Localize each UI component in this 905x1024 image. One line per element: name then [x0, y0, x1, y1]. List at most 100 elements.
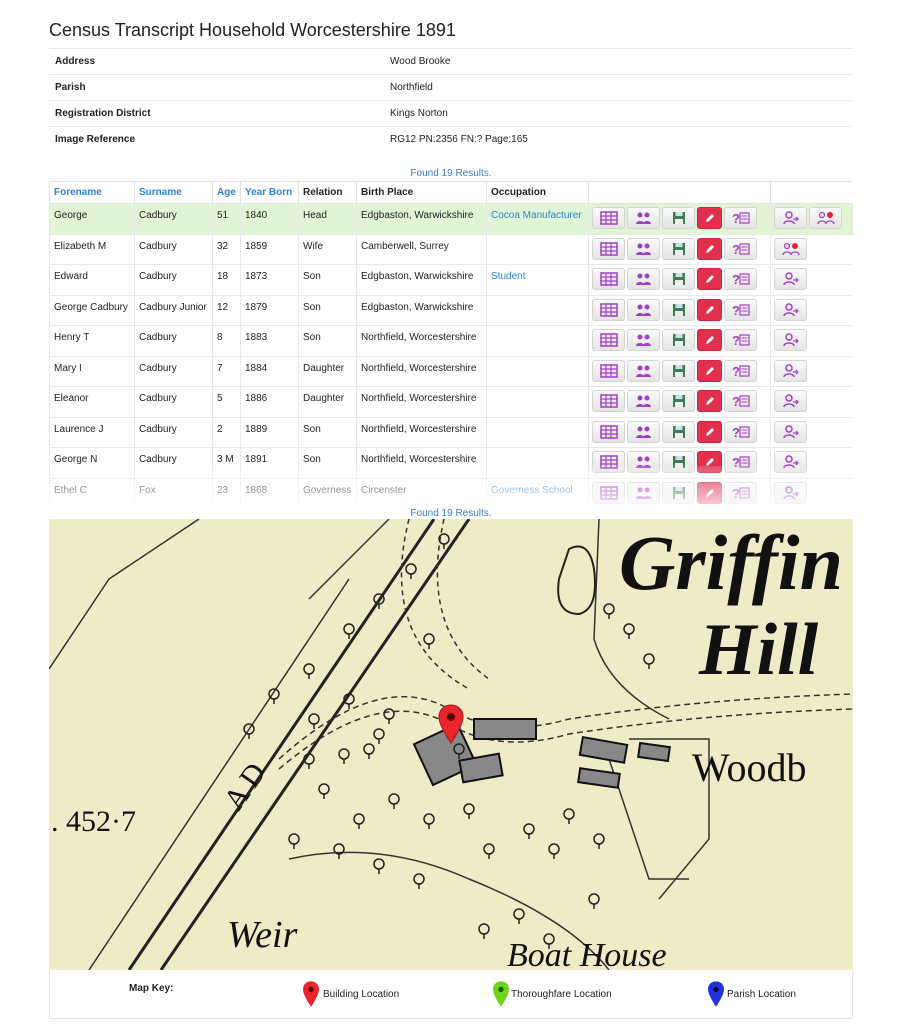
cell-surname: Cadbury — [134, 355, 213, 387]
query-button[interactable]: ? — [724, 359, 757, 382]
save-button[interactable] — [662, 237, 695, 260]
cell-age: 2 — [212, 416, 241, 448]
edit-button[interactable] — [697, 298, 722, 321]
census-grid-button[interactable] — [592, 207, 625, 229]
cell-relation: Son — [298, 325, 357, 357]
family-button[interactable] — [627, 329, 660, 351]
family-button[interactable] — [627, 268, 660, 290]
person-link-button[interactable] — [774, 390, 807, 412]
edit-button[interactable] — [697, 207, 722, 229]
query-button[interactable]: ? — [724, 420, 757, 443]
info-label: Registration District — [49, 100, 390, 127]
cell-year-born: 1883 — [240, 325, 299, 357]
relatives-button[interactable] — [774, 237, 807, 260]
map-label-boathouse: Boat House — [507, 937, 667, 970]
query-button[interactable]: ? — [724, 329, 757, 351]
cell-age: 51 — [212, 203, 241, 235]
relatives-button[interactable] — [809, 207, 842, 229]
column-header-forename[interactable]: Forename — [49, 181, 135, 204]
family-button[interactable] — [627, 237, 660, 260]
row-links — [770, 416, 853, 448]
parish-pin-icon — [708, 981, 724, 1007]
edit-button[interactable] — [697, 237, 722, 260]
edit-button[interactable] — [697, 359, 722, 382]
query-button[interactable]: ? — [724, 390, 757, 412]
save-button[interactable] — [662, 329, 695, 351]
results-panel[interactable]: Forename Surname Age Year Born Relation Birth… — [49, 181, 853, 517]
cell-occupation[interactable]: Student — [486, 264, 589, 296]
row-links — [770, 233, 853, 265]
page-title: Census Transcript Household Worcestershi… — [49, 20, 456, 40]
edit-button[interactable] — [697, 268, 722, 290]
column-header-year-born[interactable]: Year Born — [240, 181, 299, 204]
family-button[interactable] — [627, 390, 660, 412]
family-button[interactable] — [627, 298, 660, 321]
census-grid-button[interactable] — [592, 420, 625, 443]
table-row[interactable]: George Cadbury Cadbury Junior 12 1879 Son Edg… — [49, 294, 853, 326]
cell-occupation — [486, 233, 589, 265]
census-grid-button[interactable] — [592, 237, 625, 260]
person-link-button[interactable] — [774, 268, 807, 290]
query-button[interactable]: ? — [724, 298, 757, 321]
save-button[interactable] — [662, 359, 695, 382]
query-button[interactable]: ? — [724, 268, 757, 290]
cell-surname: Cadbury — [134, 416, 213, 448]
cell-age: 5 — [212, 386, 241, 418]
family-button[interactable] — [627, 207, 660, 229]
family-button[interactable] — [627, 359, 660, 382]
column-header-surname[interactable]: Surname — [134, 181, 213, 204]
cell-birth-place: Northfield, Worcestershire — [356, 416, 487, 448]
cell-surname: Cadbury Junior — [134, 294, 213, 326]
family-button[interactable] — [627, 420, 660, 443]
row-actions: ? — [588, 355, 771, 387]
person-link-button[interactable] — [774, 298, 807, 321]
person-link-button[interactable] — [774, 359, 807, 382]
person-link-button[interactable] — [774, 329, 807, 351]
query-button[interactable]: ? — [724, 207, 757, 229]
table-row[interactable]: Eleanor Cadbury 5 1886 Daughter Northfield, W… — [49, 386, 853, 418]
map-label-weir: Weir — [227, 914, 298, 956]
save-button[interactable] — [662, 298, 695, 321]
table-row[interactable]: Henry T Cadbury 8 1883 Son Northfield, Worces… — [49, 325, 853, 357]
edit-button[interactable] — [697, 329, 722, 351]
column-header-relation: Relation — [298, 181, 357, 204]
cell-birth-place: Edgbaston, Warwickshire — [356, 203, 487, 235]
table-row[interactable]: Laurence J Cadbury 2 1889 Son Northfield, Wor… — [49, 416, 853, 448]
svg-text:?: ? — [732, 272, 740, 286]
row-actions: ? — [588, 325, 771, 357]
save-button[interactable] — [662, 420, 695, 443]
save-button[interactable] — [662, 207, 695, 229]
census-grid-button[interactable] — [592, 329, 625, 351]
census-grid-button[interactable] — [592, 268, 625, 290]
column-header-age[interactable]: Age — [212, 181, 241, 204]
person-link-button[interactable] — [774, 420, 807, 443]
cell-year-born: 1884 — [240, 355, 299, 387]
cell-year-born: 1859 — [240, 233, 299, 265]
cell-age: 18 — [212, 264, 241, 296]
census-grid-button[interactable] — [592, 359, 625, 382]
map-canvas: Griffin Hill Woodb Weir Boat House . 452… — [49, 519, 853, 970]
edit-button[interactable] — [697, 390, 722, 412]
info-row: Address Wood Brooke — [49, 48, 853, 75]
edit-button[interactable] — [697, 420, 722, 443]
table-row[interactable]: Elizabeth M Cadbury 32 1859 Wife Camberwell, … — [49, 233, 853, 265]
query-button[interactable]: ? — [724, 237, 757, 260]
save-button[interactable] — [662, 268, 695, 290]
info-value: Wood Brooke — [390, 48, 853, 75]
row-actions: ? — [588, 416, 771, 448]
info-label: Image Reference — [49, 126, 390, 153]
cell-relation: Son — [298, 416, 357, 448]
table-row[interactable]: Edward Cadbury 18 1873 Son Edgbaston, Warwick… — [49, 264, 853, 296]
row-links — [770, 386, 853, 418]
census-grid-button[interactable] — [592, 298, 625, 321]
table-row[interactable]: Mary I Cadbury 7 1884 Daughter Northfield, Wo… — [49, 355, 853, 387]
ordnance-survey-map[interactable]: Griffin Hill Woodb Weir Boat House . 452… — [49, 519, 853, 970]
cell-birth-place: Northfield, Worcestershire — [356, 325, 487, 357]
person-link-button[interactable] — [774, 207, 807, 229]
save-button[interactable] — [662, 390, 695, 412]
cell-occupation[interactable]: Cocoa Manufacturer — [486, 203, 589, 235]
table-row[interactable]: George Cadbury 51 1840 Head Edgbaston, Warwic… — [49, 203, 853, 235]
column-header-occupation: Occupation — [486, 181, 589, 204]
row-links — [770, 325, 853, 357]
census-grid-button[interactable] — [592, 390, 625, 412]
